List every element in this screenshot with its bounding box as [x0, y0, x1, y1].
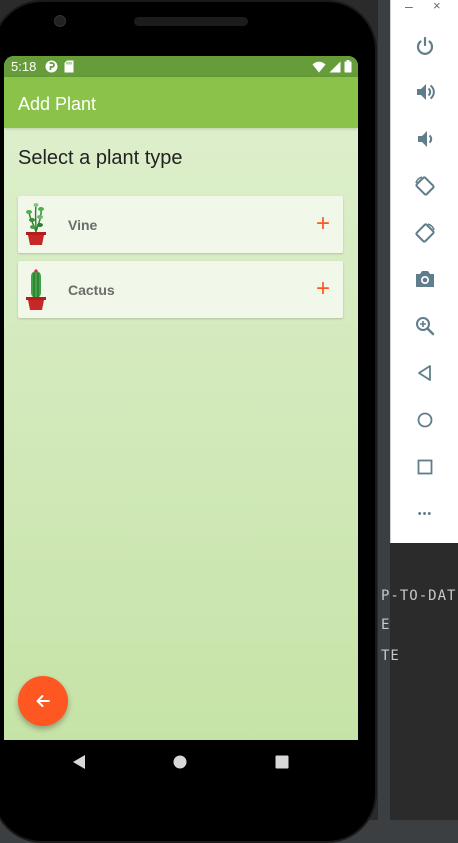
ide-console-line: P-TO-DAT	[381, 588, 457, 604]
home-icon	[417, 412, 433, 428]
ide-scroll-strip	[378, 0, 390, 843]
add-vine-button[interactable]: +	[311, 209, 335, 239]
phone-screen: 5:18 Add Plant Select a plant type Vine	[4, 56, 358, 740]
power-button[interactable]	[411, 32, 439, 60]
close-button[interactable]: ×	[433, 0, 441, 13]
speaker-grille	[134, 17, 248, 26]
signal-icon	[329, 61, 341, 72]
camera-icon	[416, 271, 434, 287]
system-navigation-bar	[4, 740, 358, 784]
screenshot-button[interactable]	[411, 265, 439, 293]
status-system-icons	[312, 60, 352, 73]
vine-plant-icon	[26, 203, 46, 245]
overview-square-icon	[275, 755, 289, 769]
home-circle-icon	[173, 755, 187, 769]
emulator-controls-panel: – × •••	[390, 0, 458, 543]
app-bar: Add Plant	[4, 77, 358, 128]
minimize-button[interactable]: –	[405, 0, 413, 14]
emulator-back-button[interactable]	[411, 359, 439, 387]
volume-down-button[interactable]	[411, 125, 439, 153]
zoom-icon	[416, 317, 435, 336]
overview-icon	[417, 459, 433, 475]
emulator-home-button[interactable]	[411, 406, 439, 434]
volume-up-icon	[417, 84, 435, 100]
more-icon: •••	[417, 508, 433, 520]
notification-p-icon	[45, 60, 58, 73]
plant-label: Vine	[68, 217, 98, 233]
rotate-left-button[interactable]	[411, 172, 439, 200]
arrow-back-icon	[36, 695, 50, 707]
emulator-window-controls: – ×	[391, 0, 458, 14]
front-camera	[54, 15, 66, 27]
volume-up-button[interactable]	[411, 78, 439, 106]
sd-card-icon	[64, 60, 74, 73]
zoom-button[interactable]	[411, 312, 439, 340]
add-cactus-button[interactable]: +	[311, 274, 335, 304]
nav-back-button[interactable]	[70, 753, 88, 771]
back-fab-button[interactable]	[18, 676, 68, 726]
rotate-right-button[interactable]	[411, 219, 439, 247]
plant-card-vine[interactable]: Vine +	[18, 196, 343, 253]
rotate-right-icon	[415, 223, 435, 243]
status-notification-icons	[45, 60, 74, 73]
cactus-plant-icon	[26, 269, 46, 310]
emulator-overview-button[interactable]	[411, 453, 439, 481]
nav-overview-button[interactable]	[273, 753, 291, 771]
back-triangle-icon	[73, 755, 85, 769]
more-button[interactable]: •••	[411, 500, 439, 528]
nav-home-button[interactable]	[171, 753, 189, 771]
volume-down-icon	[418, 131, 433, 147]
ide-console-line: E	[381, 617, 391, 633]
app-title: Add Plant	[18, 94, 97, 114]
back-icon	[418, 365, 431, 381]
battery-icon	[344, 60, 352, 73]
status-bar: 5:18	[4, 56, 358, 77]
plant-card-cactus[interactable]: Cactus +	[18, 261, 343, 318]
power-icon	[416, 36, 434, 55]
rotate-left-icon	[415, 176, 435, 196]
wifi-icon	[312, 61, 326, 72]
status-time: 5:18	[11, 59, 37, 74]
plant-label: Cactus	[68, 282, 115, 298]
page-heading: Select a plant type	[18, 147, 183, 169]
ide-console-line: TE	[381, 648, 400, 664]
